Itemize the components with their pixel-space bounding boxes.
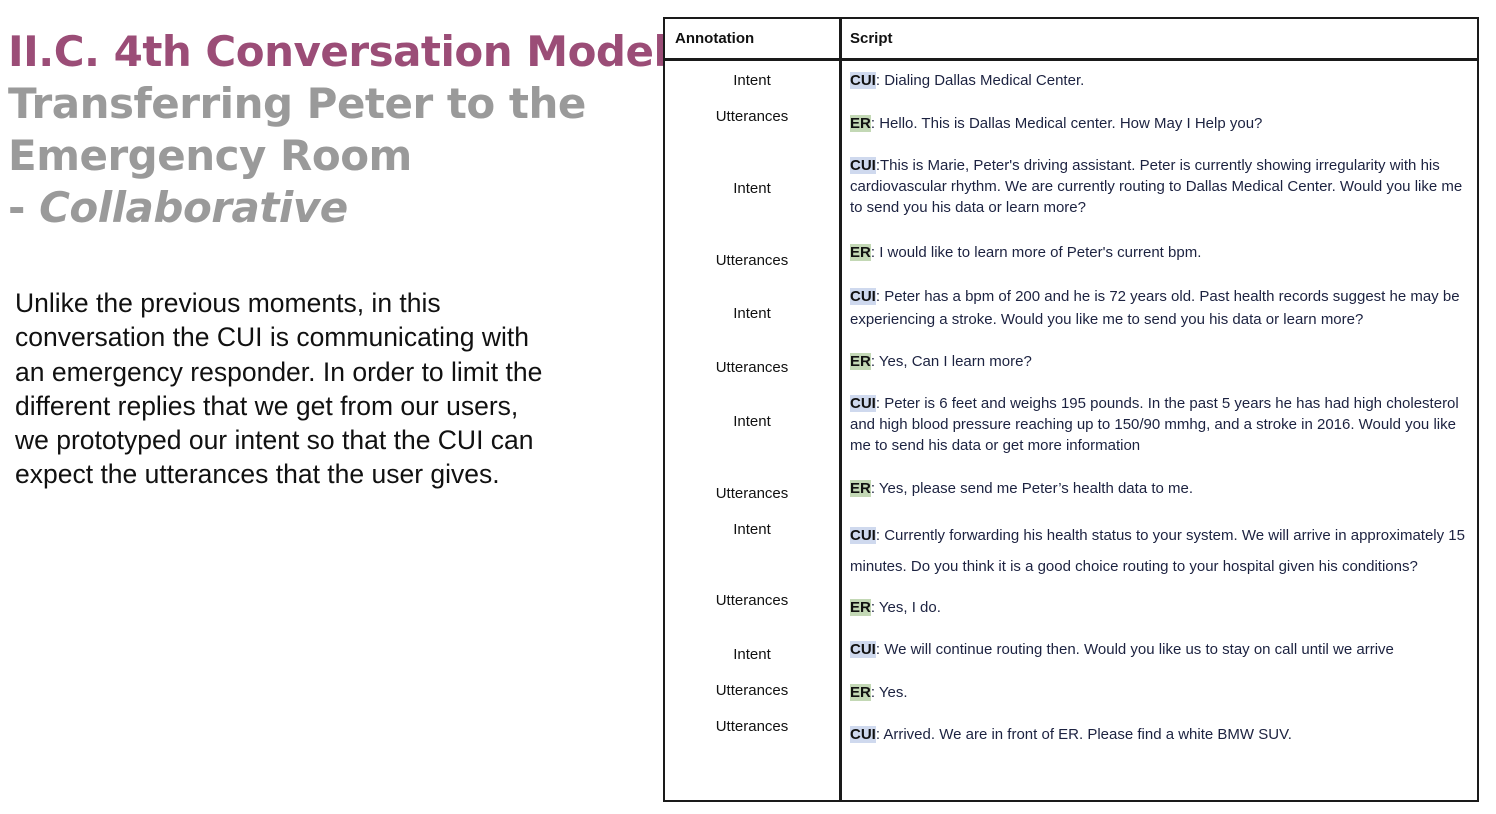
title-dash: -	[8, 183, 40, 232]
title-line-2: Transferring Peter to the	[8, 79, 586, 128]
script-text: Arrived. We are in front of ER. Please f…	[883, 726, 1292, 743]
speaker-label: CUI	[850, 157, 876, 174]
header-script: Script	[850, 30, 893, 47]
annotation-cell: Utterances	[715, 359, 789, 376]
description-line: we prototyped our intent so that the CUI…	[15, 425, 534, 456]
annotation-cell: Intent	[733, 413, 771, 430]
speaker-label: CUI	[850, 527, 876, 544]
description-line: an emergency responder. In order to limi…	[15, 356, 543, 387]
title-line-1: II.C. 4th Conversation Model	[8, 27, 668, 76]
script-table: Annotation Script Intent Utterances Inte…	[663, 17, 1479, 802]
description-line: expect the utterances that the user give…	[15, 459, 500, 490]
script-text: Yes.	[878, 684, 908, 701]
description-line: conversation the CUI is communicating wi…	[15, 322, 530, 353]
header-annotation: Annotation	[675, 30, 755, 47]
header-divider	[665, 58, 1477, 61]
description-line: different replies that we get from our u…	[15, 390, 519, 421]
script-text: Yes, please send me Peter’s health data …	[878, 480, 1194, 497]
annotation-cell: Utterances	[715, 485, 789, 502]
speaker-label: CUI	[850, 288, 876, 305]
speaker-separator: :	[870, 599, 879, 616]
speaker-label: ER	[850, 480, 871, 497]
speaker-separator: :	[870, 353, 879, 370]
speaker-label: ER	[850, 115, 871, 132]
title-line-4: - Collaborative	[8, 182, 658, 234]
script-line: ER: Hello. This is Dallas Medical center…	[850, 113, 1475, 134]
speaker-label: CUI	[850, 726, 876, 743]
title-line-3: Emergency Room	[8, 131, 412, 180]
script-text: Peter is 6 feet and weighs 195 pounds. I…	[850, 395, 1459, 454]
script-text: Hello. This is Dallas Medical center. Ho…	[879, 115, 1263, 132]
script-line: CUI: Arrived. We are in front of ER. Ple…	[850, 724, 1475, 745]
speaker-separator: :	[875, 288, 885, 305]
script-line: ER: I would like to learn more of Peter'…	[850, 242, 1475, 263]
script-line: CUI:This is Marie, Peter's driving assis…	[850, 155, 1475, 218]
script-line: CUI: Peter is 6 feet and weighs 195 poun…	[850, 393, 1475, 456]
speaker-label: ER	[850, 684, 871, 701]
description-line: Unlike the previous moments, in this	[15, 288, 441, 318]
annotation-cell: Intent	[733, 646, 771, 663]
speaker-label: ER	[850, 244, 871, 261]
script-text: Yes, I do.	[878, 599, 941, 616]
script-text: We will continue routing then. Would you…	[884, 641, 1394, 658]
script-line: CUI: Peter has a bpm of 200 and he is 72…	[850, 285, 1475, 331]
annotation-cell: Intent	[733, 521, 771, 538]
script-line: ER: Yes, please send me Peter’s health d…	[850, 478, 1475, 499]
annotation-cell: Intent	[733, 180, 771, 197]
script-line: ER: Yes.	[850, 682, 1475, 703]
speaker-separator: :	[870, 684, 879, 701]
speaker-label: CUI	[850, 395, 876, 412]
slide-title: II.C. 4th Conversation Model Transferrin…	[8, 26, 668, 234]
annotation-cell: Utterances	[715, 252, 789, 269]
script-line: CUI: Currently forwarding his health sta…	[850, 520, 1475, 582]
annotation-cell: Utterances	[715, 108, 789, 125]
speaker-separator: :	[870, 244, 880, 261]
speaker-separator: :	[875, 641, 885, 658]
annotation-cell: Utterances	[715, 682, 789, 699]
script-text: Dialing Dallas Medical Center.	[884, 72, 1085, 89]
script-text: Yes, Can I learn more?	[878, 353, 1032, 370]
speaker-label: CUI	[850, 641, 876, 658]
script-text: This is Marie, Peter's driving assistant…	[850, 157, 1463, 216]
annotation-cell: Utterances	[715, 592, 789, 609]
speaker-separator: :	[870, 480, 879, 497]
speaker-separator: :	[875, 72, 885, 89]
script-line: ER: Yes, I do.	[850, 597, 1475, 618]
speaker-label: ER	[850, 599, 871, 616]
script-line: CUI: We will continue routing then. Woul…	[850, 639, 1475, 660]
script-text: Currently forwarding his health status t…	[850, 527, 1465, 575]
speaker-label: ER	[850, 353, 871, 370]
annotation-cell: Utterances	[715, 718, 789, 735]
script-text: Peter has a bpm of 200 and he is 72 year…	[850, 288, 1460, 328]
speaker-separator: :	[875, 395, 885, 412]
speaker-separator: :	[875, 527, 885, 544]
script-text: I would like to learn more of Peter's cu…	[879, 244, 1202, 261]
annotation-cell: Intent	[733, 305, 771, 322]
script-line: ER: Yes, Can I learn more?	[850, 351, 1475, 372]
script-line: CUI: Dialing Dallas Medical Center.	[850, 70, 1475, 91]
title-collaborative: Collaborative	[39, 183, 348, 232]
speaker-label: CUI	[850, 72, 876, 89]
description-paragraph: Unlike the previous moments, in this con…	[15, 286, 615, 492]
speaker-separator: :	[870, 115, 880, 132]
annotation-cell: Intent	[733, 72, 771, 89]
column-divider	[839, 19, 842, 800]
